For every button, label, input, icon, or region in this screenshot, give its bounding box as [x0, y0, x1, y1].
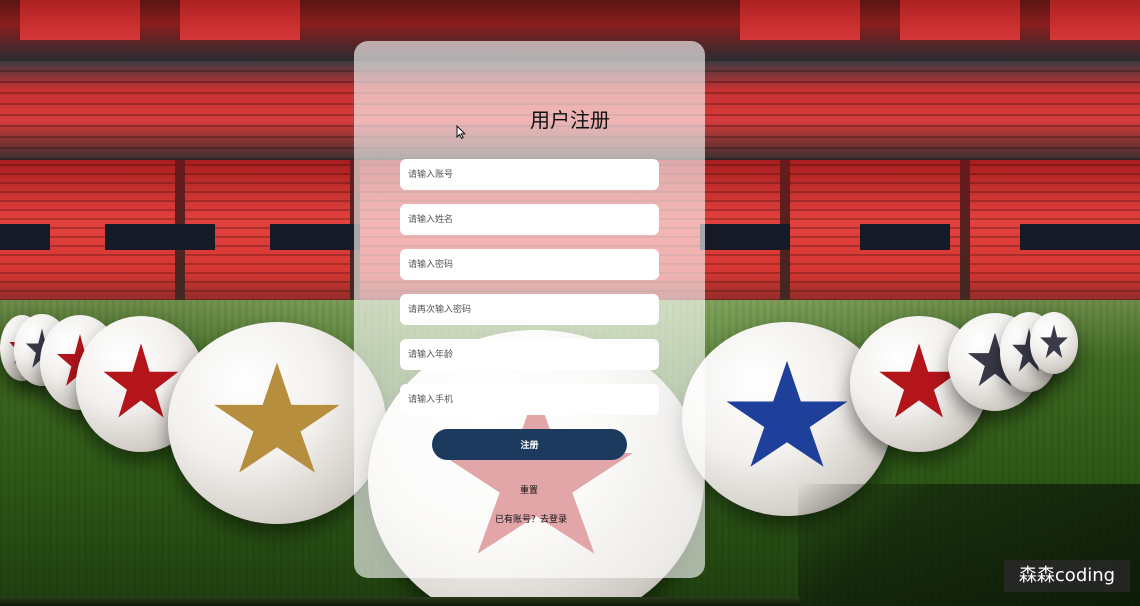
account-input[interactable] — [400, 159, 659, 190]
page-title: 用户注册 — [530, 108, 610, 132]
reset-button[interactable]: 重置 — [520, 483, 538, 496]
mouse-cursor-icon — [456, 125, 466, 139]
bottom-edge — [0, 597, 800, 606]
login-link[interactable]: 已有账号？去登录 — [495, 512, 567, 525]
confirm-password-input[interactable] — [400, 294, 659, 325]
watermark: 森森coding — [1004, 560, 1130, 592]
age-input[interactable] — [400, 339, 659, 370]
password-input[interactable] — [400, 249, 659, 280]
soccer-ball-image — [1030, 312, 1078, 374]
name-input[interactable] — [400, 204, 659, 235]
phone-input[interactable] — [400, 384, 659, 415]
register-button[interactable]: 注册 — [432, 429, 627, 460]
